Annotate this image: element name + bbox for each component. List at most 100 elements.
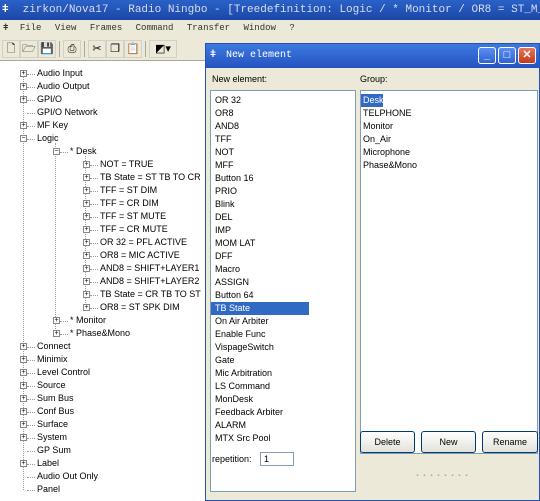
tree-view[interactable]: + Audio Input + Audio Output + GPI/O GPI/O Net… <box>0 62 205 501</box>
tree-expander-icon[interactable]: + <box>20 434 27 441</box>
delete-button[interactable]: Delete <box>360 431 415 453</box>
tree-node-logic-element[interactable]: TB State = ST TB TO CR <box>100 171 201 184</box>
element-list-item[interactable]: DEL <box>211 211 355 224</box>
element-list-item[interactable]: Macro <box>211 263 355 276</box>
tree-expander-icon[interactable]: + <box>83 187 90 194</box>
rename-button[interactable]: Rename <box>482 431 538 453</box>
element-list-item[interactable]: Enable Func <box>211 328 355 341</box>
element-list-item[interactable]: OR8 <box>211 107 355 120</box>
tool-dropdown-icon[interactable]: ◩▾ <box>149 40 177 58</box>
tree-node[interactable]: Connect <box>37 340 71 353</box>
tree-node[interactable]: Source <box>37 379 66 392</box>
tree-node[interactable]: GPI/O Network <box>37 106 98 119</box>
tree-expander-icon[interactable]: + <box>83 161 90 168</box>
tree-node[interactable]: Level Control <box>37 366 90 379</box>
element-list-item[interactable]: MonDesk <box>211 393 355 406</box>
group-list-item[interactable]: TELPHONE <box>361 107 537 120</box>
tree-expander-icon[interactable]: + <box>20 122 27 129</box>
tree-node[interactable]: Label <box>37 457 59 470</box>
tree-node[interactable]: Panel <box>37 483 60 496</box>
print-icon[interactable]: ⎙ <box>63 40 81 58</box>
mdi-child-icon[interactable]: ǂ <box>3 23 8 33</box>
element-list-item[interactable]: VispageSwitch <box>211 341 355 354</box>
new-icon[interactable]: 🗋 <box>2 40 20 58</box>
element-list-item[interactable]: TFF <box>211 133 355 146</box>
element-list-item[interactable]: Gate <box>211 354 355 367</box>
maximize-icon[interactable]: □ <box>498 47 516 64</box>
tree-expander-icon[interactable]: + <box>83 265 90 272</box>
tree-expander-icon[interactable]: + <box>20 421 27 428</box>
cut-icon[interactable]: ✂ <box>88 40 106 58</box>
element-list-item[interactable]: Mic Arbitration <box>211 367 355 380</box>
tree-expander-icon[interactable]: + <box>53 317 60 324</box>
tree-node-logic-element[interactable]: OR8 = MIC ACTIVE <box>100 249 180 262</box>
element-list-item[interactable]: DFF <box>211 250 355 263</box>
tree-node-desk[interactable]: * Desk <box>70 145 97 158</box>
tree-node-logic-element[interactable]: AND8 = SHIFT+LAYER2 <box>100 275 199 288</box>
element-list-item[interactable]: MOM LAT <box>211 237 355 250</box>
tree-expander-icon[interactable]: + <box>53 330 60 337</box>
tree-expander-icon[interactable]: + <box>20 70 27 77</box>
menu-file[interactable]: File <box>20 23 42 33</box>
tree-node[interactable]: Conf Bus <box>37 405 74 418</box>
menu-frames[interactable]: Frames <box>90 23 122 33</box>
element-list-item[interactable]: Button 64 <box>211 289 355 302</box>
tree-node[interactable]: GP Sum <box>37 444 71 457</box>
element-list-item[interactable]: On Air Arbiter <box>211 315 355 328</box>
tree-expander-icon[interactable]: + <box>83 239 90 246</box>
tree-node-logic-element[interactable]: TFF = ST MUTE <box>100 210 166 223</box>
element-list-item[interactable]: NOT <box>211 146 355 159</box>
group-list-item[interactable]: Desk <box>361 94 384 107</box>
tree-expander-icon[interactable]: + <box>20 408 27 415</box>
tree-expander-icon[interactable]: + <box>20 83 27 90</box>
tree-expander-icon[interactable]: − <box>53 148 60 155</box>
tree-node[interactable]: Audio Input <box>37 67 83 80</box>
tree-expander-icon[interactable]: + <box>83 200 90 207</box>
menu-command[interactable]: Command <box>136 23 174 33</box>
tree-node[interactable]: Audio Output <box>37 80 90 93</box>
element-list[interactable]: OR 32 OR8 AND8 TFF NOT MFF Button 16 PRIO Blink D… <box>210 90 356 492</box>
tree-expander-icon[interactable]: + <box>83 226 90 233</box>
tree-expander-icon[interactable]: + <box>83 291 90 298</box>
tree-expander-icon[interactable]: + <box>83 278 90 285</box>
tree-node[interactable]: MF Key <box>37 119 68 132</box>
open-icon[interactable]: 🗁 <box>20 40 38 58</box>
tree-expander-icon[interactable]: + <box>20 343 27 350</box>
tree-node-logic-element[interactable]: TB State = CR TB TO ST <box>100 288 201 301</box>
paste-icon[interactable]: 📋 <box>124 40 142 58</box>
group-list-item[interactable]: Monitor <box>361 120 537 133</box>
tree-node[interactable]: System <box>37 431 67 444</box>
tree-node[interactable]: Surface <box>37 418 68 431</box>
element-list-item[interactable]: Button 16 <box>211 172 355 185</box>
tree-node[interactable]: Audio Out Only <box>37 470 98 483</box>
save-icon[interactable]: 💾 <box>38 40 56 58</box>
tree-node-logic-element[interactable]: TFF = ST DIM <box>100 184 157 197</box>
tree-expander-icon[interactable]: + <box>20 460 27 467</box>
copy-icon[interactable]: ❐ <box>106 40 124 58</box>
minimize-icon[interactable]: _ <box>478 47 496 64</box>
tree-expander-icon[interactable]: − <box>20 135 27 142</box>
element-list-item[interactable]: AND8 <box>211 120 355 133</box>
element-list-item[interactable]: Feedback Arbiter <box>211 406 355 419</box>
element-list-item[interactable]: TB State <box>211 302 309 315</box>
tree-expander-icon[interactable]: + <box>20 382 27 389</box>
element-list-item[interactable]: IMP <box>211 224 355 237</box>
menu-window[interactable]: Window <box>244 23 276 33</box>
tree-expander-icon[interactable]: + <box>20 356 27 363</box>
tree-node[interactable]: Minimix <box>37 353 68 366</box>
group-list[interactable]: Desk TELPHONE Monitor On_Air Microphone Phase… <box>360 90 538 454</box>
menu-view[interactable]: View <box>55 23 77 33</box>
tree-node[interactable]: GPI/O <box>37 93 62 106</box>
tree-node-logic-element[interactable]: OR 32 = PFL ACTIVE <box>100 236 187 249</box>
element-list-item[interactable]: OR 32 <box>211 94 355 107</box>
menu-transfer[interactable]: Transfer <box>187 23 230 33</box>
tree-node-logic-element[interactable]: NOT = TRUE <box>100 158 153 171</box>
close-icon[interactable]: ✕ <box>518 47 536 64</box>
tree-expander-icon[interactable]: + <box>83 213 90 220</box>
element-list-item[interactable]: ASSIGN <box>211 276 355 289</box>
tree-node-group[interactable]: * Monitor <box>70 314 106 327</box>
tree-expander-icon[interactable]: + <box>20 96 27 103</box>
tree-node-group[interactable]: * Phase&Mono <box>70 327 130 340</box>
tree-expander-icon[interactable]: + <box>83 252 90 259</box>
group-list-item[interactable]: Microphone <box>361 146 537 159</box>
